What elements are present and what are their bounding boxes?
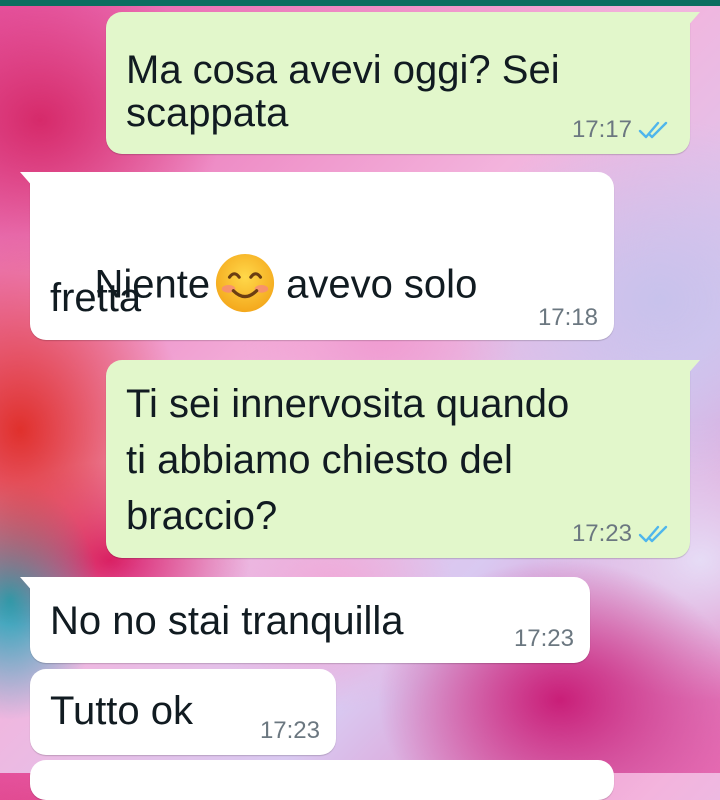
bubble-tail (20, 577, 34, 593)
message-text-line: fretta (50, 276, 142, 320)
message-text-line: braccio? (126, 494, 278, 538)
message-meta: 17:18 (538, 304, 598, 332)
message-timestamp: 17:18 (537, 304, 598, 331)
bubble-tail (20, 172, 34, 188)
message-meta: 17:17 (572, 116, 670, 144)
message-text-line: No no stai tranquilla (50, 599, 404, 643)
message-text-line: Ma cosa avevi oggi? Sei (126, 48, 560, 92)
message-bubble-incoming[interactable]: Niente avevo solo fretta 17:18 (20, 172, 614, 340)
message-text-line: scappata (126, 91, 289, 135)
message-text-line: Ti sei innervosita quando (126, 382, 570, 426)
message-text-line: Tutto ok (50, 689, 194, 733)
double-check-icon (638, 121, 668, 139)
message-timestamp: 17:23 (513, 625, 574, 652)
smiling-face-icon (216, 253, 275, 313)
message-meta: 17:23 (572, 520, 670, 548)
message-timestamp: 17:23 (571, 520, 632, 547)
message-bubble-incoming[interactable]: No no stai tranquilla 17:23 (20, 577, 590, 663)
message-text-line: ti abbiamo chiesto del (126, 438, 513, 482)
bubble-tail (686, 12, 700, 28)
message-timestamp: 17:23 (259, 717, 320, 744)
message-text: avevo solo (286, 262, 478, 307)
message-meta: 17:23 (260, 717, 320, 745)
double-check-icon (638, 525, 668, 543)
message-timestamp: 17:17 (571, 116, 632, 143)
message-bubble-outgoing[interactable]: Ti sei innervosita quando ti abbiamo chi… (106, 360, 700, 558)
message-meta: 17:23 (514, 625, 574, 653)
message-bubble-incoming-partial[interactable] (30, 760, 614, 800)
app-top-bar (0, 0, 720, 6)
bubble-tail (686, 360, 700, 376)
message-bubble-incoming[interactable]: Tutto ok 17:23 (30, 669, 336, 755)
message-bubble-outgoing[interactable]: Ma cosa avevi oggi? Sei scappata 17:17 (106, 12, 700, 154)
